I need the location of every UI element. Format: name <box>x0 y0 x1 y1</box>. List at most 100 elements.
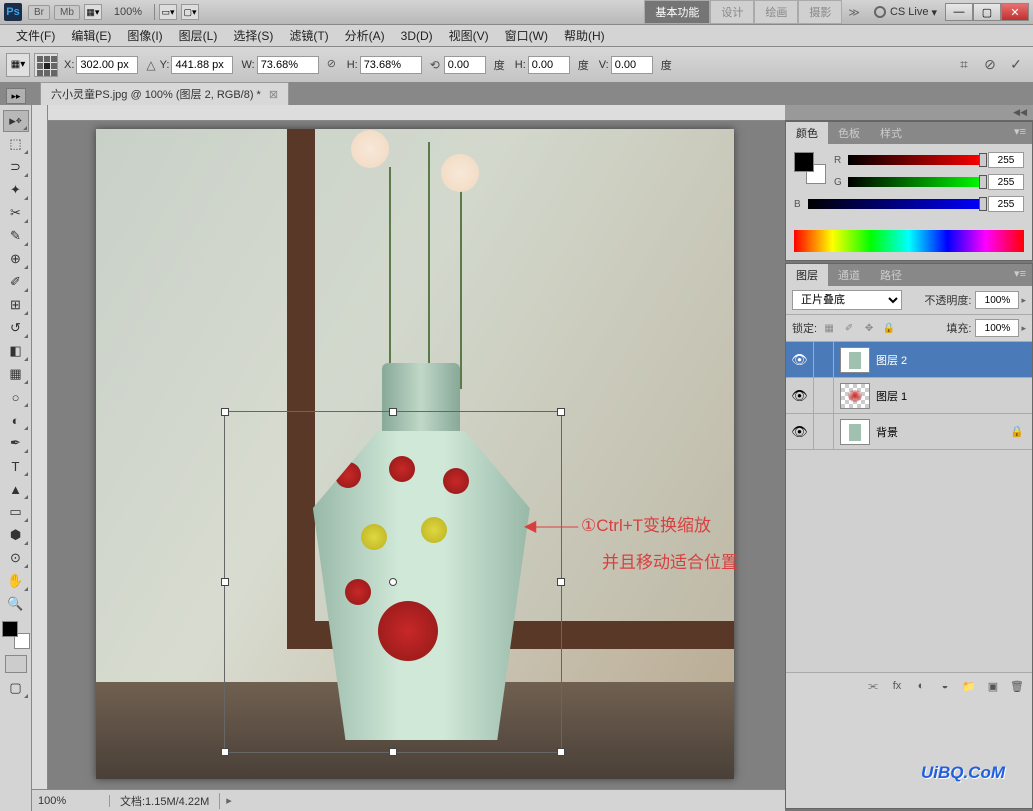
menu-3d[interactable]: 3D(D) <box>393 27 441 45</box>
clone-stamp-tool[interactable]: ⊞ <box>3 294 29 316</box>
lock-position-icon[interactable]: ✥ <box>861 320 877 336</box>
gradient-tool[interactable]: ▦ <box>3 363 29 385</box>
cancel-transform-icon[interactable]: ⊘ <box>979 54 1001 76</box>
collapse-panels-icon[interactable]: ▸▸ <box>6 88 26 104</box>
workspace-more-icon[interactable]: ≫ <box>848 6 860 19</box>
delta-icon[interactable]: △ <box>146 58 155 72</box>
menu-layer[interactable]: 图层(L) <box>171 25 226 46</box>
transform-bounding-box[interactable] <box>224 411 562 753</box>
layer-name[interactable]: 图层 2 <box>876 352 907 368</box>
x-input[interactable] <box>76 56 138 74</box>
panel-collapse-icon[interactable]: ◀◀ <box>785 105 1033 121</box>
path-selection-tool[interactable]: ▲ <box>3 478 29 500</box>
h-input[interactable] <box>360 56 422 74</box>
close-button[interactable]: ✕ <box>1001 3 1029 21</box>
g-slider[interactable] <box>848 177 984 187</box>
menu-window[interactable]: 窗口(W) <box>497 25 556 46</box>
layer-name[interactable]: 背景 <box>876 424 898 440</box>
layer-thumbnail[interactable] <box>840 347 870 373</box>
marquee-tool[interactable]: ⬚ <box>3 133 29 155</box>
document-canvas[interactable]: ◀——— ①Ctrl+T变换缩放 并且移动适合位置 <box>96 129 734 779</box>
tool-preset-icon[interactable]: ▦▾ <box>6 53 30 77</box>
menu-view[interactable]: 视图(V) <box>441 25 497 46</box>
quick-mask-icon[interactable] <box>5 655 27 673</box>
r-input[interactable] <box>988 152 1024 168</box>
panel-color-swatches[interactable] <box>794 152 826 184</box>
screen-mode-icon[interactable]: ▢▾ <box>181 4 199 20</box>
w-input[interactable] <box>257 56 319 74</box>
lock-transparency-icon[interactable]: ▦ <box>821 320 837 336</box>
document-close-icon[interactable]: ⊠ <box>269 88 278 101</box>
transform-handle[interactable] <box>557 408 565 416</box>
crop-tool[interactable]: ✂ <box>3 202 29 224</box>
ruler-vertical[interactable] <box>32 105 48 789</box>
panel-menu-icon[interactable]: ▾≡ <box>1008 122 1032 144</box>
workspace-tab-basic[interactable]: 基本功能 <box>644 0 710 24</box>
layer-thumbnail[interactable] <box>840 383 870 409</box>
layer-link-area[interactable] <box>814 378 834 413</box>
status-doc-info[interactable]: 文档:1.15M/4.22M <box>110 793 220 809</box>
angle-input[interactable] <box>444 56 486 74</box>
minimize-button[interactable]: — <box>945 3 973 21</box>
tab-paths[interactable]: 路径 <box>870 264 912 286</box>
transform-handle[interactable] <box>389 748 397 756</box>
layer-visibility-icon[interactable]: 👁 <box>786 378 814 413</box>
layer-name[interactable]: 图层 1 <box>876 388 907 404</box>
warp-mode-icon[interactable]: ⌗ <box>953 54 975 76</box>
skew-h-input[interactable] <box>528 56 570 74</box>
blur-tool[interactable]: ○ <box>3 386 29 408</box>
r-slider[interactable] <box>848 155 984 165</box>
layer-item[interactable]: 👁 背景 🔒 <box>786 414 1032 450</box>
3d-tool[interactable]: ⬢ <box>3 524 29 546</box>
canvas-viewport[interactable]: ◀——— ①Ctrl+T变换缩放 并且移动适合位置 <box>48 121 785 789</box>
fill-input[interactable] <box>975 319 1019 337</box>
lasso-tool[interactable]: ⊃ <box>3 156 29 178</box>
bridge-button[interactable]: Br <box>28 5 50 20</box>
layer-link-area[interactable] <box>814 414 834 449</box>
transform-center[interactable] <box>389 578 397 586</box>
move-tool[interactable]: ▸✥ <box>3 110 29 132</box>
type-tool[interactable]: T <box>3 455 29 477</box>
dodge-tool[interactable]: ◐ <box>3 409 29 431</box>
shape-tool[interactable]: ▭ <box>3 501 29 523</box>
menu-analysis[interactable]: 分析(A) <box>337 25 393 46</box>
blend-mode-select[interactable]: 正片叠底 <box>792 290 902 310</box>
transform-handle[interactable] <box>221 408 229 416</box>
lock-all-icon[interactable]: 🔒 <box>881 320 897 336</box>
layer-link-area[interactable] <box>814 342 834 377</box>
layer-item[interactable]: 👁 图层 2 <box>786 342 1032 378</box>
menu-image[interactable]: 图像(I) <box>119 25 170 46</box>
menu-filter[interactable]: 滤镜(T) <box>281 25 336 46</box>
opacity-dropdown-icon[interactable]: ▸ <box>1021 295 1026 306</box>
transform-handle[interactable] <box>389 408 397 416</box>
layer-thumbnail[interactable] <box>840 419 870 445</box>
screen-mode-icon[interactable]: ▦▾ <box>84 4 102 20</box>
tab-swatches[interactable]: 色板 <box>828 122 870 144</box>
hand-tool[interactable]: ✋ <box>3 570 29 592</box>
screen-mode-tool[interactable]: ▢ <box>3 677 29 699</box>
commit-transform-icon[interactable]: ✓ <box>1005 54 1027 76</box>
link-wh-icon[interactable]: ⊘ <box>327 57 343 73</box>
y-input[interactable] <box>171 56 233 74</box>
maximize-button[interactable]: ▢ <box>973 3 1001 21</box>
reference-point-icon[interactable] <box>34 53 58 77</box>
arrange-documents-icon[interactable]: ▭▾ <box>159 4 177 20</box>
status-zoom[interactable]: 100% <box>32 795 110 807</box>
skew-v-input[interactable] <box>611 56 653 74</box>
layer-mask-icon[interactable]: ◐ <box>912 677 930 695</box>
menu-help[interactable]: 帮助(H) <box>556 25 613 46</box>
b-input[interactable] <box>988 196 1024 212</box>
history-brush-tool[interactable]: ↺ <box>3 317 29 339</box>
layer-fx-icon[interactable]: fx <box>888 677 906 695</box>
cslive-button[interactable]: CS Live ▾ <box>874 6 937 19</box>
adjustment-layer-icon[interactable]: ◒ <box>936 677 954 695</box>
menu-edit[interactable]: 编辑(E) <box>63 25 119 46</box>
eraser-tool[interactable]: ◧ <box>3 340 29 362</box>
workspace-tab-photo[interactable]: 摄影 <box>798 0 842 24</box>
ruler-horizontal[interactable] <box>48 105 785 121</box>
healing-brush-tool[interactable]: ⊕ <box>3 248 29 270</box>
lock-pixels-icon[interactable]: ✐ <box>841 320 857 336</box>
layer-visibility-icon[interactable]: 👁 <box>786 342 814 377</box>
fill-dropdown-icon[interactable]: ▸ <box>1021 323 1026 334</box>
zoom-tool[interactable]: 🔍 <box>3 593 29 615</box>
